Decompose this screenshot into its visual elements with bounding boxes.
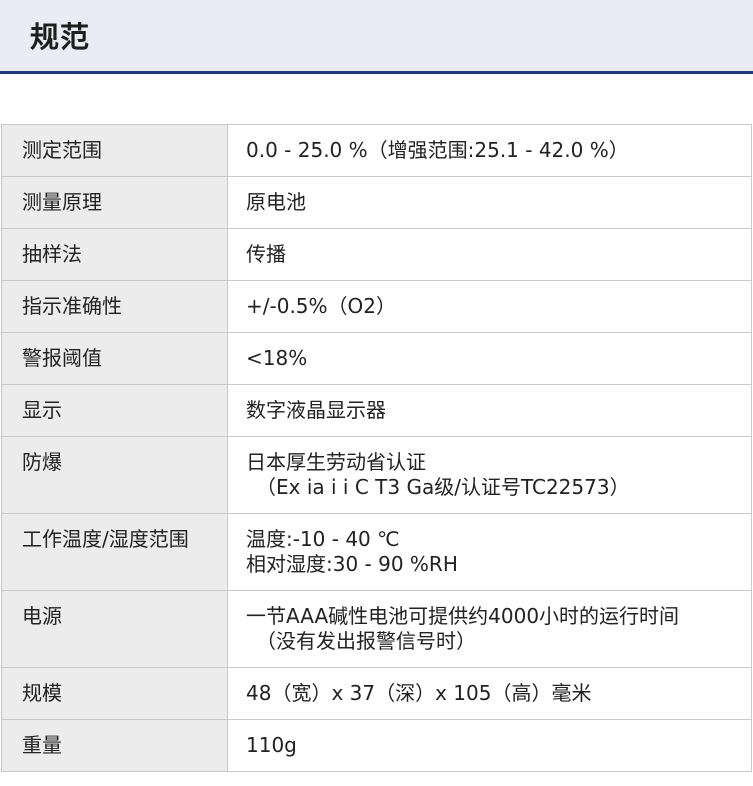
spec-label: 电源 [1, 590, 228, 668]
spec-value: 0.0 - 25.0 %（增强范围:25.1 - 42.0 %） [227, 124, 752, 177]
spec-label: 警报阈值 [1, 332, 228, 385]
spec-value-line: 48（宽）x 37（深）x 105（高）毫米 [246, 681, 592, 705]
spec-value-line: 一节AAA碱性电池可提供约4000小时的运行时间 [246, 604, 680, 628]
spec-value-line: <18% [246, 346, 308, 370]
table-row: 工作温度/湿度范围 温度:-10 - 40 ℃ 相对湿度:30 - 90 %RH [1, 513, 752, 591]
table-row: 显示 数字液晶显示器 [1, 384, 752, 437]
page-header: 规范 [0, 0, 753, 74]
spec-label: 测量原理 [1, 176, 228, 229]
spec-value-line: 数字液晶显示器 [246, 398, 386, 422]
table-row: 抽样法 传播 [1, 228, 752, 281]
spec-label: 抽样法 [1, 228, 228, 281]
table-row: 指示准确性 +/-0.5%（O2） [1, 280, 752, 333]
spec-value: 原电池 [227, 176, 752, 229]
spec-label: 测定范围 [1, 124, 228, 177]
spec-value: +/-0.5%（O2） [227, 280, 752, 333]
table-row: 测定范围 0.0 - 25.0 %（增强范围:25.1 - 42.0 %） [1, 124, 752, 177]
spec-value: <18% [227, 332, 752, 385]
spec-label: 显示 [1, 384, 228, 437]
spec-value-line: 温度:-10 - 40 ℃ [246, 527, 400, 551]
table-row: 重量 110g [1, 719, 752, 772]
table-row: 电源 一节AAA碱性电池可提供约4000小时的运行时间 （没有发出报警信号时） [1, 590, 752, 668]
spec-value-line: 日本厚生劳动省认证 [246, 450, 426, 474]
spec-value-line: +/-0.5%（O2） [246, 294, 396, 318]
spec-value-line: 传播 [246, 242, 286, 266]
spec-value: 110g [227, 719, 752, 772]
spec-value: 传播 [227, 228, 752, 281]
table-row: 警报阈值 <18% [1, 332, 752, 385]
spec-value: 数字液晶显示器 [227, 384, 752, 437]
spec-label: 防爆 [1, 436, 228, 514]
spec-table: 测定范围 0.0 - 25.0 %（增强范围:25.1 - 42.0 %） 测量… [1, 124, 752, 772]
spec-value: 48（宽）x 37（深）x 105（高）毫米 [227, 667, 752, 720]
table-row: 规模 48（宽）x 37（深）x 105（高）毫米 [1, 667, 752, 720]
table-row: 防爆 日本厚生劳动省认证 （Ex ia i i C T3 Ga级/认证号TC22… [1, 436, 752, 514]
spec-value-line: 相对湿度:30 - 90 %RH [246, 552, 458, 576]
spec-value: 温度:-10 - 40 ℃ 相对湿度:30 - 90 %RH [227, 513, 752, 591]
spec-value-line: （Ex ia i i C T3 Ga级/认证号TC22573） [256, 475, 630, 499]
page-title: 规范 [30, 20, 91, 54]
spec-label: 重量 [1, 719, 228, 772]
spec-value: 日本厚生劳动省认证 （Ex ia i i C T3 Ga级/认证号TC22573… [227, 436, 752, 514]
spec-label: 工作温度/湿度范围 [1, 513, 228, 591]
spec-label: 规模 [1, 667, 228, 720]
spec-value-line: 110g [246, 733, 297, 757]
spec-value-line: （没有发出报警信号时） [256, 629, 476, 653]
spec-value: 一节AAA碱性电池可提供约4000小时的运行时间 （没有发出报警信号时） [227, 590, 752, 668]
spec-value-line: 0.0 - 25.0 %（增强范围:25.1 - 42.0 %） [246, 138, 629, 162]
table-row: 测量原理 原电池 [1, 176, 752, 229]
spec-value-line: 原电池 [246, 190, 306, 214]
spec-label: 指示准确性 [1, 280, 228, 333]
